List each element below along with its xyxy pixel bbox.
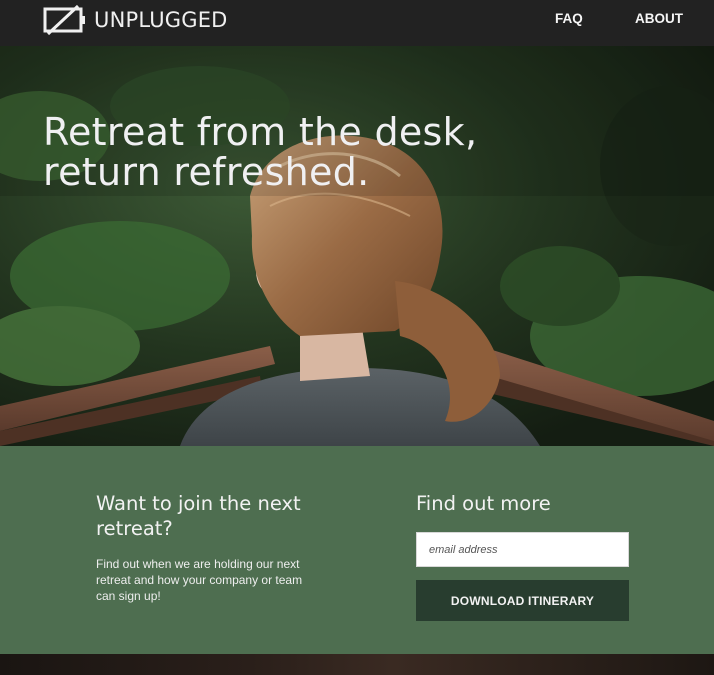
signup-heading: Want to join the next retreat?: [96, 492, 301, 540]
nav-link-faq[interactable]: FAQ: [555, 11, 583, 26]
hero-section: Retreat from the desk, return refreshed.: [0, 46, 714, 446]
hero-title-line-1: Retreat from the desk,: [43, 110, 478, 154]
hero-title: Retreat from the desk, return refreshed.: [43, 112, 563, 192]
hero-photo: [0, 46, 714, 446]
download-itinerary-button[interactable]: DOWNLOAD ITINERARY: [416, 580, 629, 621]
next-section-image-strip: [0, 654, 714, 675]
hero-title-line-2: return refreshed.: [43, 150, 370, 194]
email-input[interactable]: [416, 532, 629, 567]
top-nav: UNPLUGGED FAQ ABOUT: [0, 0, 714, 46]
signup-description: Find out when we are holding our next re…: [96, 557, 303, 603]
unplugged-battery-icon: [43, 4, 85, 36]
nav-link-about[interactable]: ABOUT: [635, 11, 683, 26]
brand-name: UNPLUGGED: [94, 8, 228, 32]
brand-logo[interactable]: UNPLUGGED: [43, 4, 228, 36]
find-out-more-heading: Find out more: [416, 492, 551, 515]
signup-section: Want to join the next retreat? Find out …: [0, 446, 714, 654]
